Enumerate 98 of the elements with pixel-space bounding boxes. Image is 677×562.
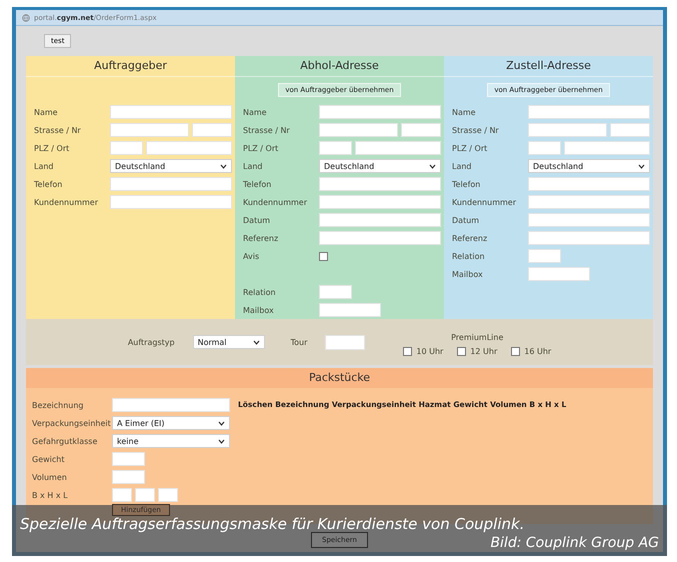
image-caption: Spezielle Auftragserfassungsmaske für Kurierdienste von Couplink. [20,517,524,531]
field-label: Strasse / Nr [243,126,291,134]
caret-icon [252,340,260,344]
field-label: Bezeichnung [32,400,85,410]
caret-icon [218,420,225,426]
panel-title: Abhol-Adresse [235,56,444,77]
input-field[interactable] [319,141,352,155]
dropdown[interactable]: Deutschland [319,159,441,173]
field-label: Name [34,108,59,116]
field-label: B x H x L [32,490,69,500]
input-field[interactable] [112,398,230,412]
input-field[interactable] [112,452,145,466]
field-label: Telefon [34,180,64,188]
input-field[interactable] [146,141,232,155]
field-label: Relation [243,288,277,296]
field-label: Mailbox [243,306,275,314]
input-field[interactable] [319,213,441,227]
input-field[interactable] [528,195,650,209]
checkbox[interactable] [319,252,328,260]
field-label: Relation [452,252,486,260]
checkbox-label: 16 Uhr [524,346,552,356]
field-label: Telefon [243,180,272,188]
caret-icon [429,164,436,168]
field-label: Verpackungseinheit [32,418,112,428]
dropdown[interactable]: A Eimer (EI) [112,416,230,430]
input-field[interactable] [110,195,232,209]
input-field[interactable] [528,213,650,227]
field-label: Referenz [243,234,280,242]
field-label: Datum [452,216,480,224]
input-field[interactable] [192,123,232,137]
field-label: PLZ / Ort [34,144,70,152]
panel-title: Auftraggeber [26,56,235,77]
checkbox[interactable] [457,346,466,356]
checkbox-label: 12 Uhr [470,346,498,356]
dropdown[interactable]: keine [112,434,230,448]
field-label: Land [452,162,473,170]
field-label: Name [243,108,268,116]
field-label: Name [452,108,477,116]
section-title: Packstücke [26,368,653,388]
input-field[interactable] [112,470,145,484]
field-label: Mailbox [452,270,484,278]
checkbox-label: 10 Uhr [416,346,444,356]
field-label: Referenz [452,234,488,242]
input-field[interactable] [110,105,232,119]
input-field[interactable] [319,303,381,317]
field-label: Land [243,162,264,170]
input-field[interactable] [319,123,398,137]
input-field[interactable] [528,123,607,137]
dropdown[interactable]: Deutschland [528,159,650,173]
field-label: Datum [243,216,272,224]
dropdown[interactable]: Deutschland [110,159,232,173]
input-field[interactable] [110,123,189,137]
field-label: Kundennummer [243,198,308,206]
input-field[interactable] [319,195,441,209]
input-field[interactable] [355,141,441,155]
input-field[interactable] [110,141,143,155]
input-field[interactable] [319,285,352,299]
input-field[interactable] [564,141,650,155]
field-label: Kundennummer [452,198,517,206]
premium-line-label: PremiumLine [451,332,504,342]
input-field[interactable] [528,267,590,281]
input-field[interactable] [135,488,155,502]
field-label: Avis [243,252,260,260]
checkbox[interactable] [403,346,412,356]
field-label: Volumen [32,472,68,482]
caret-icon [220,164,227,168]
input-field[interactable] [110,177,232,191]
order-type-label: Auftragstyp [128,338,175,346]
panel-title: Zustell-Adresse [444,56,653,77]
field-label: Land [34,162,55,170]
input-field[interactable] [401,123,441,137]
caret-icon [218,438,225,444]
field-label: Strasse / Nr [34,126,82,134]
globe-icon [22,14,30,22]
field-label: Kundennummer [34,198,99,206]
input-field[interactable] [158,488,178,502]
field-label: PLZ / Ort [243,144,280,152]
field-label: PLZ / Ort [452,144,488,152]
field-label: Strasse / Nr [452,126,500,134]
field-label: Telefon [452,180,482,188]
tour-label: Tour [290,338,308,346]
input-field[interactable] [528,177,650,191]
order-type-dropdown[interactable]: Normal [192,335,265,349]
tour-field[interactable] [325,334,366,350]
field-label: Gewicht [32,454,66,464]
input-field[interactable] [319,231,441,245]
caret-icon [638,164,645,168]
input-field[interactable] [319,105,441,119]
input-field[interactable] [528,105,650,119]
field-label: Gefahrgutklasse [32,436,98,446]
input-field[interactable] [319,177,441,191]
input-field[interactable] [528,231,650,245]
checkbox[interactable] [511,346,520,356]
input-field[interactable] [528,141,561,155]
input-field[interactable] [112,488,132,502]
input-field[interactable] [610,123,650,137]
input-field[interactable] [528,249,561,263]
image-credit: Bild: Couplink Group AG [490,536,659,551]
